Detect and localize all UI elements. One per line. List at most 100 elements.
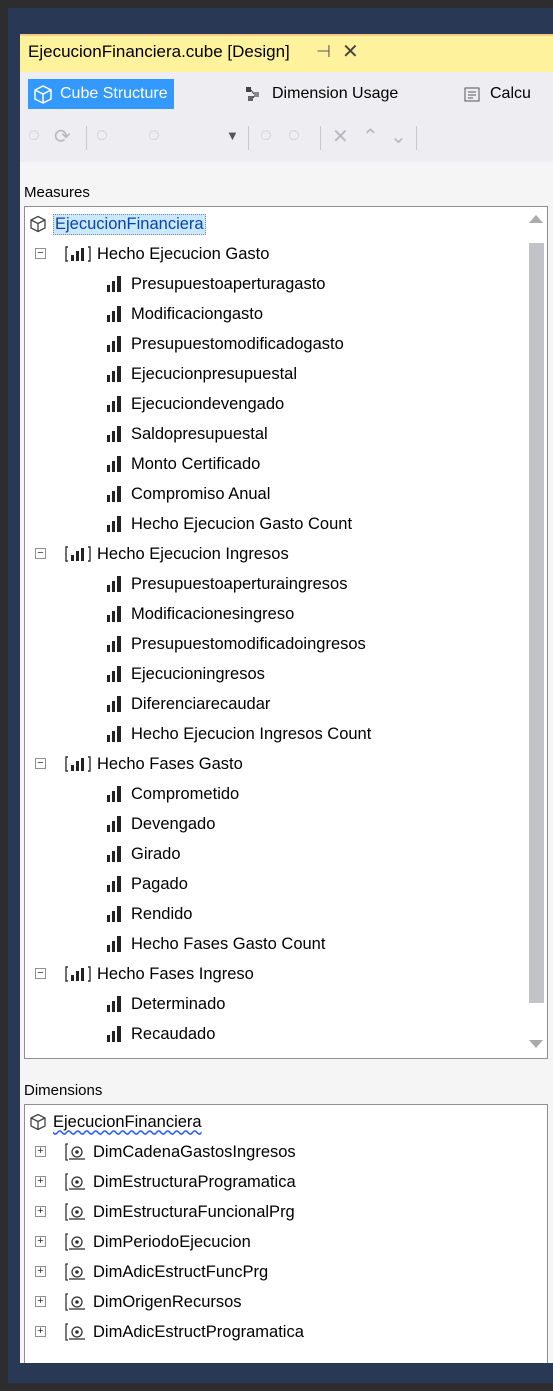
dropdown-arrow-icon[interactable]: ▼ xyxy=(226,128,239,143)
link-icon[interactable]: ◌ xyxy=(288,124,300,147)
measure-icon xyxy=(105,634,125,654)
measure-item[interactable]: Ejecucionpresupuestal xyxy=(105,360,297,388)
close-icon[interactable]: ✕ xyxy=(342,39,359,64)
expand-icon[interactable]: + xyxy=(35,1296,46,1307)
measure-item-label: Monto Certificado xyxy=(131,454,261,473)
measure-item[interactable]: Modificacionesingreso xyxy=(105,600,294,628)
scroll-up-icon[interactable] xyxy=(529,215,543,223)
measure-item[interactable]: Diferenciarecaudar xyxy=(105,690,270,718)
dimension-item-label: DimEstructuraFuncionalPrg xyxy=(93,1202,295,1221)
measure-item[interactable]: Modificaciongasto xyxy=(105,300,263,328)
expand-icon[interactable]: + xyxy=(35,1326,46,1337)
measure-item[interactable]: Presupuestoaperturagasto xyxy=(105,270,325,298)
dimension-icon xyxy=(65,1202,87,1222)
measures-tree[interactable]: EjecucionFinanciera − Hecho Ejecucion Gast… xyxy=(24,206,548,1059)
measure-item[interactable]: Hecho Ejecucion Ingresos Count xyxy=(105,720,371,748)
new-measure-icon[interactable]: ◌ xyxy=(28,124,40,147)
dimension-item[interactable]: + DimOrigenRecursos xyxy=(35,1288,242,1316)
measure-item-label: Hecho Ejecucion Ingresos Count xyxy=(131,724,372,743)
measure-item-label: Ejecucionpresupuestal xyxy=(131,364,298,383)
measure-icon xyxy=(105,274,125,294)
tab-cube-structure[interactable]: Cube Structure xyxy=(28,79,174,109)
collapse-icon[interactable]: − xyxy=(35,968,46,979)
measure-item[interactable]: Pagado xyxy=(105,870,188,898)
measure-item-label: Presupuestomodificadoingresos xyxy=(131,634,366,653)
collapse-icon[interactable]: − xyxy=(35,758,46,769)
measure-group[interactable]: − Hecho Ejecucion Gasto xyxy=(35,240,269,268)
measure-item-label: Girado xyxy=(131,844,181,863)
measure-item[interactable]: Saldopresupuestal xyxy=(105,420,268,448)
dimension-icon xyxy=(65,1322,87,1342)
measure-item[interactable]: Recaudado xyxy=(105,1020,215,1048)
tab-calculations[interactable]: Calcu xyxy=(458,79,537,109)
dimension-item[interactable]: + DimPeriodoEjecucion xyxy=(35,1228,251,1256)
measure-item[interactable]: Presupuestomodificadogasto xyxy=(105,330,344,358)
collapse-icon[interactable]: − xyxy=(35,548,46,559)
move-down-icon[interactable]: ⌄ xyxy=(390,124,407,149)
measure-icon xyxy=(105,664,125,684)
measure-group-icon xyxy=(65,755,91,773)
move-up-icon[interactable]: ⌃ xyxy=(362,124,379,149)
measure-item[interactable]: Comprometido xyxy=(105,780,239,808)
show-measures-icon[interactable]: ◌ xyxy=(96,124,108,147)
measure-item[interactable]: Monto Certificado xyxy=(105,450,260,478)
measure-item[interactable]: Ejecucioningresos xyxy=(105,660,265,688)
tab-dimension-usage-label: Dimension Usage xyxy=(272,85,399,102)
dimension-item[interactable]: + DimAdicEstructProgramatica xyxy=(35,1318,304,1346)
dimensions-tree[interactable]: EjecucionFinanciera + DimCadenaGastosIngre… xyxy=(24,1104,548,1383)
dimension-item[interactable]: + DimEstructuraProgramatica xyxy=(35,1168,296,1196)
dimensions-root[interactable]: EjecucionFinanciera xyxy=(29,1108,202,1136)
dimension-item-label: DimPeriodoEjecucion xyxy=(93,1232,251,1251)
scroll-down-icon[interactable] xyxy=(529,1040,543,1048)
measure-icon xyxy=(105,1024,125,1044)
measure-item[interactable]: Determinado xyxy=(105,990,225,1018)
dimension-item-label: DimAdicEstructProgramatica xyxy=(93,1322,304,1341)
dimension-item[interactable]: + DimEstructuraFuncionalPrg xyxy=(35,1198,295,1226)
expand-icon[interactable]: + xyxy=(35,1176,46,1187)
measure-icon xyxy=(105,304,125,324)
expand-icon[interactable]: + xyxy=(35,1266,46,1277)
measure-item[interactable]: Devengado xyxy=(105,810,215,838)
new-dimension-icon[interactable]: ◌ xyxy=(260,124,272,147)
measure-icon xyxy=(105,724,125,744)
measure-icon xyxy=(105,334,125,354)
measure-item[interactable]: Hecho Ejecucion Gasto Count xyxy=(105,510,352,538)
measure-item-label: Comprometido xyxy=(131,784,240,803)
dimension-icon xyxy=(65,1142,87,1162)
show-measures-grid-icon[interactable]: ◌ xyxy=(148,124,160,147)
measure-icon xyxy=(105,604,125,624)
expand-icon[interactable]: + xyxy=(35,1146,46,1157)
document-tab[interactable]: EjecucionFinanciera.cube [Design] ⊣ ✕ xyxy=(20,34,553,72)
measures-scrollbar[interactable] xyxy=(525,207,547,1058)
measure-group[interactable]: − Hecho Fases Ingreso xyxy=(35,960,254,988)
measure-item[interactable]: Rendido xyxy=(105,900,192,928)
cube-icon xyxy=(29,1113,47,1131)
delete-icon[interactable]: ✕ xyxy=(332,124,349,149)
expand-icon[interactable]: + xyxy=(35,1236,46,1247)
measure-icon xyxy=(105,364,125,384)
measure-item[interactable]: Presupuestomodificadoingresos xyxy=(105,630,366,658)
calculations-icon xyxy=(462,84,484,104)
measure-item-label: Pagado xyxy=(131,874,188,893)
measure-group[interactable]: − Hecho Ejecucion Ingresos xyxy=(35,540,289,568)
designer-window: EjecucionFinanciera.cube [Design] ⊣ ✕ Cu… xyxy=(8,8,553,1383)
measure-item-label: Diferenciarecaudar xyxy=(131,694,271,713)
pin-icon[interactable]: ⊣ xyxy=(316,42,331,62)
scroll-thumb[interactable] xyxy=(529,243,544,1003)
measure-item[interactable]: Compromiso Anual xyxy=(105,480,270,508)
measures-root[interactable]: EjecucionFinanciera xyxy=(29,210,206,238)
measure-group[interactable]: − Hecho Fases Gasto xyxy=(35,750,243,778)
tab-dimension-usage[interactable]: Dimension Usage xyxy=(240,79,404,109)
measure-item-label: Hecho Fases Gasto Count xyxy=(131,934,326,953)
measure-item[interactable]: Presupuestoaperturaingresos xyxy=(105,570,347,598)
measure-item[interactable]: Hecho Fases Gasto Count xyxy=(105,930,325,958)
measure-item-label: Presupuestoaperturaingresos xyxy=(131,574,348,593)
expand-icon[interactable]: + xyxy=(35,1206,46,1217)
refresh-icon[interactable]: ⟳ xyxy=(54,124,71,149)
dimension-item[interactable]: + DimCadenaGastosIngresos xyxy=(35,1138,296,1166)
measure-item[interactable]: Girado xyxy=(105,840,181,868)
designer-tab-strip: Cube Structure Dimension Usage Calcu xyxy=(20,72,553,114)
collapse-icon[interactable]: − xyxy=(35,248,46,259)
dimension-item[interactable]: + DimAdicEstructFuncPrg xyxy=(35,1258,268,1286)
measure-item[interactable]: Ejecuciondevengado xyxy=(105,390,284,418)
